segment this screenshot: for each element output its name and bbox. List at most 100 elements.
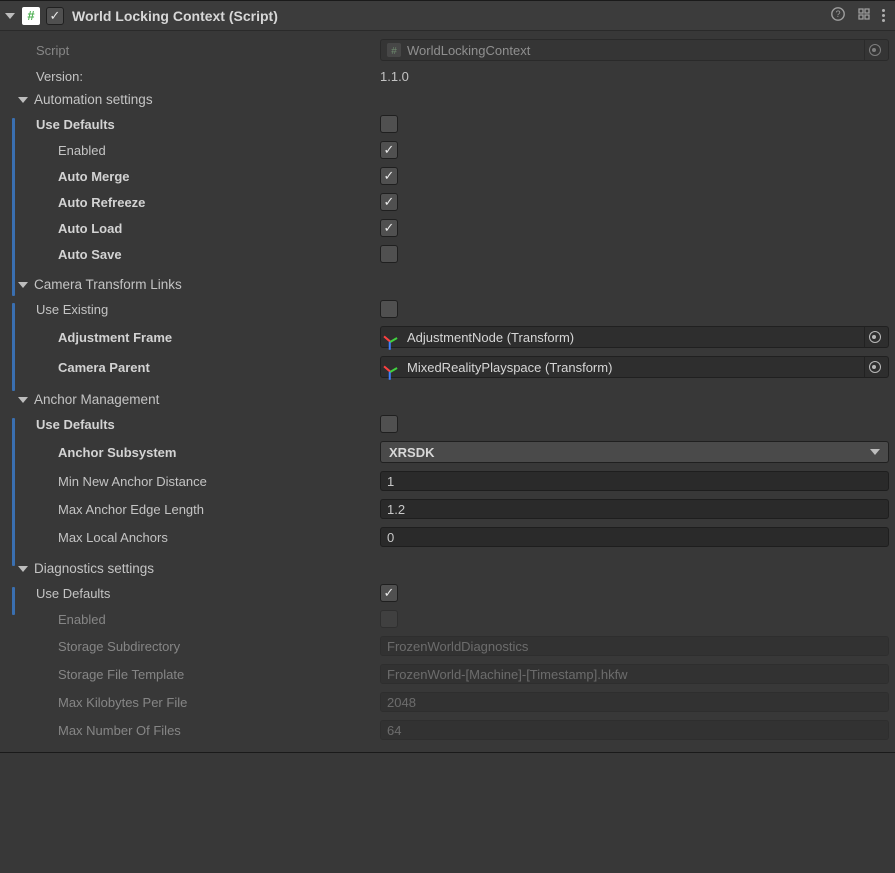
foldout-icon [18, 566, 28, 572]
storage-template-input: FrozenWorld-[Machine]-[Timestamp].hkfw [380, 664, 889, 684]
storage-subdir-label: Storage Subdirectory [6, 639, 380, 654]
auto-merge-row: Auto Merge ✓ [6, 163, 889, 189]
object-picker-icon[interactable] [864, 357, 884, 377]
diagnostics-foldout[interactable]: Diagnostics settings [6, 557, 889, 580]
min-new-anchor-label: Min New Anchor Distance [6, 474, 380, 489]
diagnostics-use-defaults-checkbox[interactable]: ✓ [380, 584, 398, 602]
help-icon[interactable]: ? [830, 6, 846, 25]
auto-load-label: Auto Load [6, 221, 380, 236]
anchor-title: Anchor Management [34, 392, 159, 407]
anchor-subsystem-dropdown[interactable]: XRSDK [380, 441, 889, 463]
component-title: World Locking Context (Script) [72, 8, 830, 24]
diagnostics-enabled-checkbox [380, 610, 398, 628]
diagnostics-enabled-row: Enabled [6, 606, 889, 632]
automation-use-defaults-label: Use Defaults [6, 117, 380, 132]
dropdown-arrow-icon [870, 449, 880, 455]
automation-enabled-row: Enabled ✓ [6, 137, 889, 163]
min-new-anchor-row: Min New Anchor Distance 1 [6, 467, 889, 495]
auto-refreeze-row: Auto Refreeze ✓ [6, 189, 889, 215]
foldout-icon [18, 282, 28, 288]
auto-load-checkbox[interactable]: ✓ [380, 219, 398, 237]
automation-enabled-label: Enabled [6, 143, 380, 158]
anchor-use-defaults-row: Use Defaults [6, 411, 889, 437]
min-new-anchor-input[interactable]: 1 [380, 471, 889, 491]
auto-save-checkbox[interactable] [380, 245, 398, 263]
camera-use-existing-row: Use Existing [6, 296, 889, 322]
script-icon: # [22, 7, 40, 25]
component-foldout-icon[interactable] [6, 13, 20, 19]
script-field: # WorldLockingContext [380, 39, 889, 61]
camera-foldout[interactable]: Camera Transform Links [6, 273, 889, 296]
version-label: Version: [6, 69, 380, 84]
component-body: Script # WorldLockingContext Version: 1.… [0, 31, 895, 752]
preset-icon[interactable] [856, 6, 872, 25]
svg-text:?: ? [835, 9, 840, 19]
auto-refreeze-label: Auto Refreeze [6, 195, 380, 210]
max-files-label: Max Number Of Files [6, 723, 380, 738]
svg-text:#: # [391, 46, 397, 57]
diagnostics-title: Diagnostics settings [34, 561, 154, 576]
adjustment-frame-label: Adjustment Frame [6, 330, 380, 345]
max-anchor-edge-row: Max Anchor Edge Length 1.2 [6, 495, 889, 523]
max-local-anchors-input[interactable]: 0 [380, 527, 889, 547]
auto-merge-label: Auto Merge [6, 169, 380, 184]
script-asset-icon: # [387, 43, 401, 57]
automation-foldout[interactable]: Automation settings [6, 88, 889, 111]
max-kb-label: Max Kilobytes Per File [6, 695, 380, 710]
component-header[interactable]: # ✓ World Locking Context (Script) ? [0, 1, 895, 31]
storage-template-label: Storage File Template [6, 667, 380, 682]
auto-save-label: Auto Save [6, 247, 380, 262]
max-files-input: 64 [380, 720, 889, 740]
component-enable-checkbox[interactable]: ✓ [46, 7, 64, 25]
camera-parent-value: MixedRealityPlayspace (Transform) [407, 360, 854, 375]
adjustment-frame-field[interactable]: AdjustmentNode (Transform) [380, 326, 889, 348]
anchor-foldout[interactable]: Anchor Management [6, 388, 889, 411]
camera-parent-row: Camera Parent MixedRealityPlayspace (Tra… [6, 352, 889, 382]
foldout-icon [18, 397, 28, 403]
camera-use-existing-label: Use Existing [6, 302, 380, 317]
context-menu-icon[interactable] [882, 9, 885, 22]
anchor-use-defaults-label: Use Defaults [6, 417, 380, 432]
script-label: Script [6, 43, 380, 58]
script-value: WorldLockingContext [407, 43, 854, 58]
max-local-anchors-label: Max Local Anchors [6, 530, 380, 545]
max-kb-row: Max Kilobytes Per File 2048 [6, 688, 889, 716]
auto-merge-checkbox[interactable]: ✓ [380, 167, 398, 185]
max-kb-input: 2048 [380, 692, 889, 712]
camera-title: Camera Transform Links [34, 277, 182, 292]
max-anchor-edge-input[interactable]: 1.2 [380, 499, 889, 519]
storage-template-row: Storage File Template FrozenWorld-[Machi… [6, 660, 889, 688]
automation-use-defaults-checkbox[interactable] [380, 115, 398, 133]
object-picker-icon[interactable] [864, 327, 884, 347]
object-picker-icon[interactable] [864, 40, 884, 60]
auto-refreeze-checkbox[interactable]: ✓ [380, 193, 398, 211]
anchor-use-defaults-checkbox[interactable] [380, 415, 398, 433]
header-actions: ? [830, 6, 889, 25]
auto-load-row: Auto Load ✓ [6, 215, 889, 241]
max-files-row: Max Number Of Files 64 [6, 716, 889, 744]
script-row: Script # WorldLockingContext [6, 35, 889, 65]
storage-subdir-row: Storage Subdirectory FrozenWorldDiagnost… [6, 632, 889, 660]
automation-use-defaults-row: Use Defaults [6, 111, 889, 137]
max-anchor-edge-label: Max Anchor Edge Length [6, 502, 380, 517]
foldout-icon [18, 97, 28, 103]
camera-parent-field[interactable]: MixedRealityPlayspace (Transform) [380, 356, 889, 378]
transform-icon [387, 330, 401, 344]
diagnostics-use-defaults-row: Use Defaults ✓ [6, 580, 889, 606]
storage-subdir-input: FrozenWorldDiagnostics [380, 636, 889, 656]
adjustment-frame-row: Adjustment Frame AdjustmentNode (Transfo… [6, 322, 889, 352]
auto-save-row: Auto Save [6, 241, 889, 267]
transform-icon [387, 360, 401, 374]
camera-parent-label: Camera Parent [6, 360, 380, 375]
anchor-subsystem-label: Anchor Subsystem [6, 445, 380, 460]
adjustment-frame-value: AdjustmentNode (Transform) [407, 330, 854, 345]
anchor-subsystem-row: Anchor Subsystem XRSDK [6, 437, 889, 467]
diagnostics-enabled-label: Enabled [6, 612, 380, 627]
automation-enabled-checkbox[interactable]: ✓ [380, 141, 398, 159]
component-panel: # ✓ World Locking Context (Script) ? Scr… [0, 0, 895, 753]
anchor-subsystem-value: XRSDK [389, 445, 435, 460]
diagnostics-use-defaults-label: Use Defaults [6, 586, 380, 601]
version-row: Version: 1.1.0 [6, 65, 889, 88]
camera-use-existing-checkbox[interactable] [380, 300, 398, 318]
max-local-anchors-row: Max Local Anchors 0 [6, 523, 889, 551]
